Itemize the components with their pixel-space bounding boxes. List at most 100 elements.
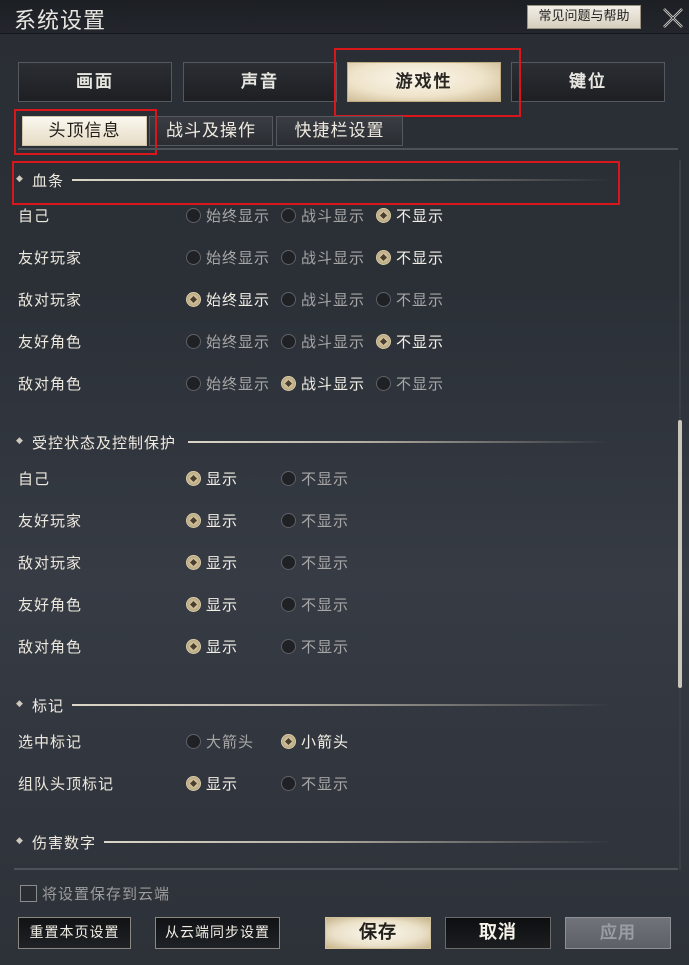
cloud-sync-button[interactable]: 从云端同步设置	[155, 917, 280, 949]
section-title: 受控状态及控制保护	[32, 434, 177, 452]
radio-unselected-icon[interactable]	[281, 208, 296, 223]
divider	[18, 148, 678, 150]
radio-selected-icon[interactable]	[186, 597, 201, 612]
radio-option-label: 小箭头	[301, 733, 350, 751]
divider	[72, 179, 612, 181]
setting-label: 友好角色	[18, 333, 83, 351]
diamond-icon: ◆	[16, 699, 23, 709]
radio-unselected-icon[interactable]	[281, 776, 296, 791]
help-button[interactable]: 常见问题与帮助	[527, 5, 641, 29]
radio-selected-icon[interactable]	[186, 776, 201, 791]
radio-option-label: 始终显示	[206, 291, 271, 309]
radio-unselected-icon[interactable]	[281, 513, 296, 528]
radio-unselected-icon[interactable]	[186, 208, 201, 223]
setting-label: 选中标记	[18, 733, 83, 751]
radio-unselected-icon[interactable]	[376, 292, 391, 307]
radio-unselected-icon[interactable]	[376, 376, 391, 391]
subtab-hotbar-settings[interactable]: 快捷栏设置	[276, 116, 403, 146]
tab-gameplay[interactable]: 游戏性	[347, 62, 501, 102]
reset-page-button[interactable]: 重置本页设置	[18, 917, 131, 949]
cloud-save-checkbox[interactable]	[20, 885, 37, 902]
setting-row: 友好角色 显示 不显示	[18, 594, 518, 616]
radio-selected-icon[interactable]	[186, 292, 201, 307]
radio-option-label: 战斗显示	[301, 291, 366, 309]
radio-unselected-icon[interactable]	[281, 471, 296, 486]
cancel-button[interactable]: 取消	[445, 917, 551, 949]
radio-option-label: 大箭头	[206, 733, 255, 751]
setting-label: 敌对角色	[18, 375, 83, 393]
divider	[72, 704, 612, 706]
diamond-icon: ◆	[16, 174, 23, 184]
radio-selected-icon[interactable]	[281, 734, 296, 749]
diamond-icon: ◆	[16, 436, 23, 446]
radio-option-label: 始终显示	[206, 375, 271, 393]
setting-row: 敌对角色 始终显示 战斗显示 不显示	[18, 373, 518, 395]
radio-selected-icon[interactable]	[376, 334, 391, 349]
subtab-overhead-info[interactable]: 头顶信息	[22, 116, 147, 146]
radio-selected-icon[interactable]	[186, 471, 201, 486]
radio-option-label: 显示	[206, 470, 239, 488]
radio-unselected-icon[interactable]	[281, 250, 296, 265]
radio-unselected-icon[interactable]	[186, 734, 201, 749]
setting-row: 友好玩家 始终显示 战斗显示 不显示	[18, 247, 518, 269]
setting-row: 敌对玩家 始终显示 战斗显示 不显示	[18, 289, 518, 311]
close-icon[interactable]	[658, 3, 688, 33]
radio-option-label: 显示	[206, 554, 239, 572]
radio-selected-icon[interactable]	[186, 555, 201, 570]
section-header-marker: ◆ 标记	[14, 695, 614, 715]
radio-option-label: 显示	[206, 512, 239, 530]
radio-option-label: 不显示	[396, 291, 445, 309]
radio-unselected-icon[interactable]	[186, 334, 201, 349]
tab-sound[interactable]: 声音	[183, 62, 337, 102]
save-button[interactable]: 保存	[325, 917, 431, 949]
setting-row: 选中标记 大箭头 小箭头	[18, 731, 518, 753]
tab-keybindings[interactable]: 键位	[511, 62, 665, 102]
setting-label: 自己	[18, 207, 51, 225]
setting-label: 友好玩家	[18, 249, 83, 267]
radio-selected-icon[interactable]	[376, 250, 391, 265]
radio-unselected-icon[interactable]	[281, 555, 296, 570]
radio-unselected-icon[interactable]	[186, 376, 201, 391]
radio-selected-icon[interactable]	[376, 208, 391, 223]
setting-row: 自己 始终显示 战斗显示 不显示	[18, 205, 518, 227]
divider	[188, 441, 608, 443]
radio-selected-icon[interactable]	[186, 513, 201, 528]
radio-option-label: 不显示	[301, 554, 350, 572]
title-bar: 系统设置 常见问题与帮助	[0, 0, 689, 34]
radio-option-label: 始终显示	[206, 333, 271, 351]
radio-unselected-icon[interactable]	[281, 639, 296, 654]
section-header-health-bar: ◆ 血条	[14, 170, 614, 190]
radio-unselected-icon[interactable]	[281, 292, 296, 307]
setting-row: 自己 显示 不显示	[18, 468, 518, 490]
radio-option-label: 不显示	[396, 333, 445, 351]
radio-option-label: 战斗显示	[301, 249, 366, 267]
setting-label: 友好角色	[18, 596, 83, 614]
divider	[104, 841, 614, 843]
radio-option-label: 始终显示	[206, 207, 271, 225]
setting-row: 敌对玩家 显示 不显示	[18, 552, 518, 574]
radio-option-label: 不显示	[396, 207, 445, 225]
tab-graphics[interactable]: 画面	[18, 62, 172, 102]
scrollbar-thumb[interactable]	[678, 420, 682, 688]
setting-label: 自己	[18, 470, 51, 488]
setting-row: 敌对角色 显示 不显示	[18, 636, 518, 658]
radio-selected-icon[interactable]	[186, 639, 201, 654]
setting-label: 敌对角色	[18, 638, 83, 656]
radio-unselected-icon[interactable]	[186, 250, 201, 265]
radio-option-label: 不显示	[301, 470, 350, 488]
radio-option-label: 显示	[206, 638, 239, 656]
radio-option-label: 战斗显示	[301, 333, 366, 351]
radio-option-label: 战斗显示	[301, 375, 366, 393]
section-title: 伤害数字	[32, 834, 97, 852]
radio-unselected-icon[interactable]	[281, 334, 296, 349]
section-header-control-state: ◆ 受控状态及控制保护	[14, 432, 614, 452]
radio-option-label: 始终显示	[206, 249, 271, 267]
radio-option-label: 战斗显示	[301, 207, 366, 225]
radio-option-label: 不显示	[301, 596, 350, 614]
radio-option-label: 显示	[206, 596, 239, 614]
radio-selected-icon[interactable]	[281, 376, 296, 391]
apply-button[interactable]: 应用	[565, 917, 671, 949]
subtab-combat-controls[interactable]: 战斗及操作	[149, 116, 273, 146]
radio-option-label: 不显示	[301, 775, 350, 793]
radio-unselected-icon[interactable]	[281, 597, 296, 612]
